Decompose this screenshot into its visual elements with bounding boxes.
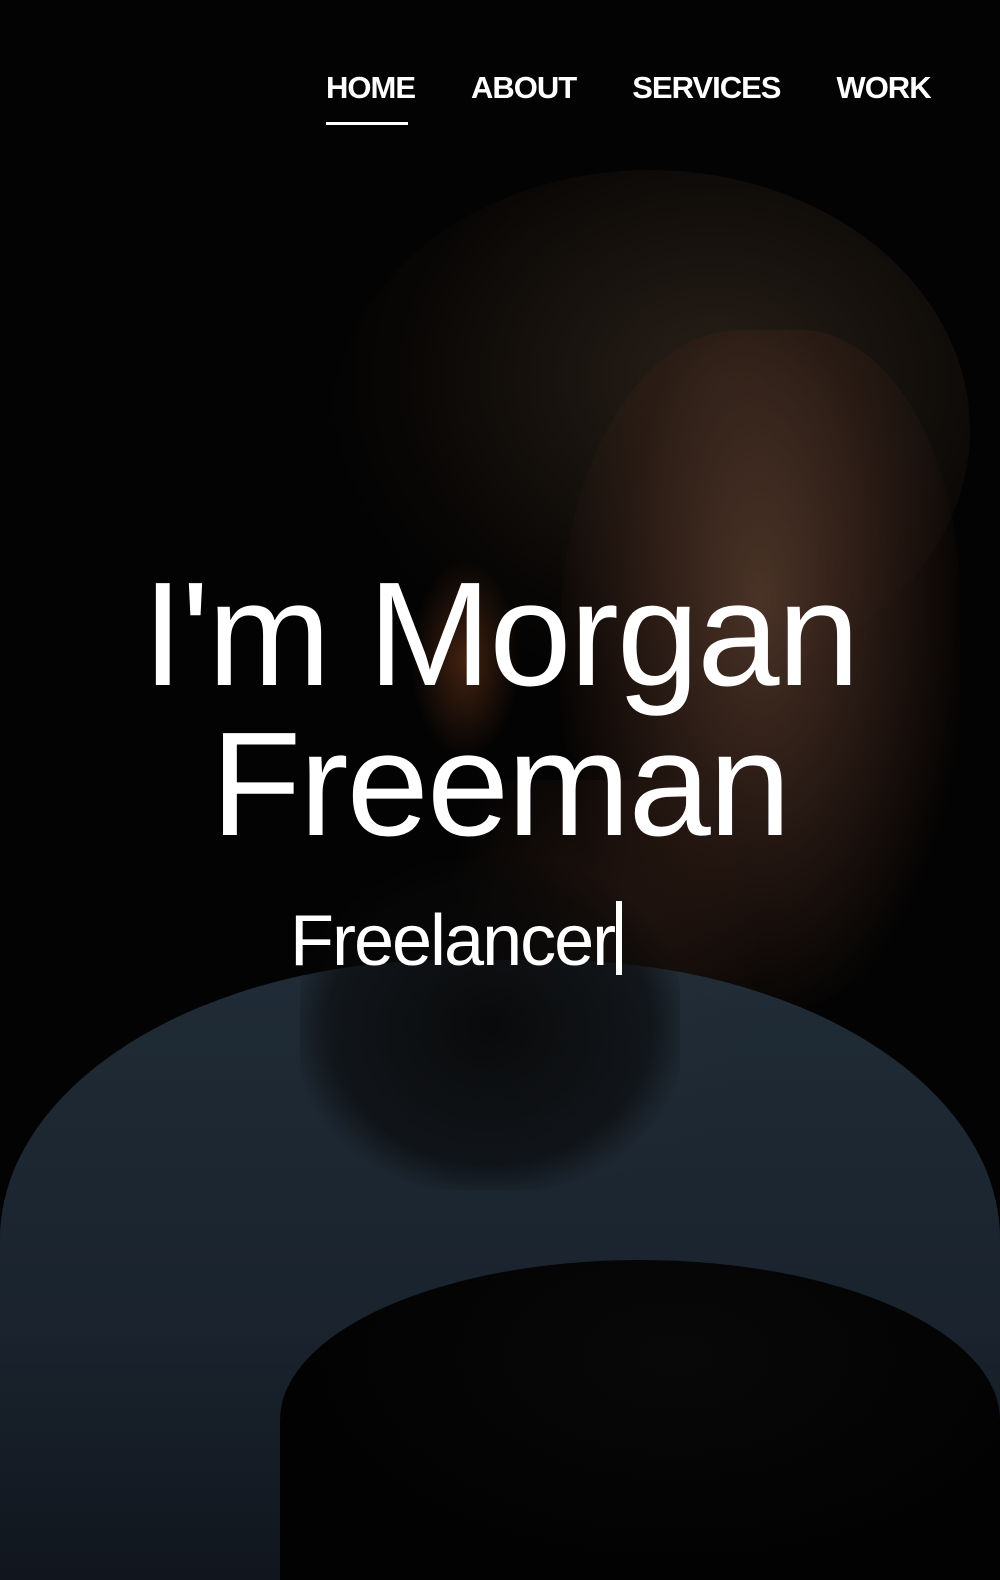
nav-about[interactable]: ABOUT bbox=[471, 70, 577, 106]
hero-subtitle: Freelancer bbox=[290, 900, 623, 982]
main-nav: HOME ABOUT SERVICES WORK bbox=[326, 70, 932, 125]
photo-hat bbox=[280, 1260, 1000, 1580]
typing-cursor bbox=[616, 901, 623, 975]
hero-title: I'm Morgan Freeman bbox=[142, 552, 860, 867]
typed-text: Freelancer bbox=[290, 901, 616, 981]
nav-services[interactable]: SERVICES bbox=[632, 70, 781, 106]
nav-work[interactable]: WORK bbox=[836, 70, 931, 106]
nav-home[interactable]: HOME bbox=[326, 70, 416, 125]
